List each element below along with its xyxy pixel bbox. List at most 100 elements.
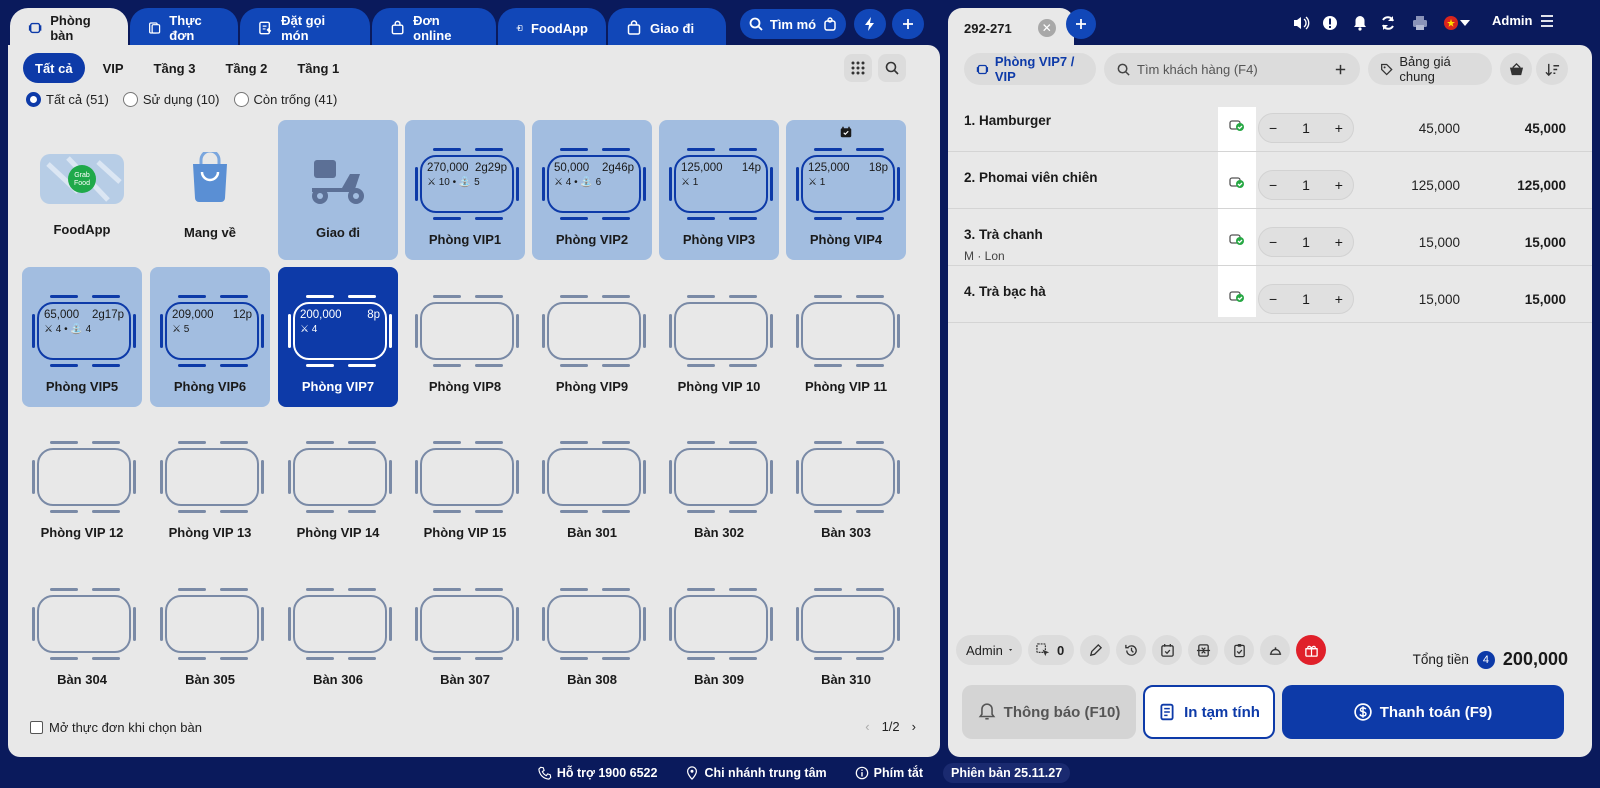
speaker-icon[interactable] — [1292, 15, 1310, 31]
branch-selector[interactable]: Chi nhánh trung tâm — [677, 766, 834, 780]
user-name[interactable]: Admin — [1492, 13, 1532, 28]
table-cell[interactable]: Phòng VIP9 — [532, 267, 652, 407]
reservation-button[interactable] — [1152, 635, 1182, 665]
vietnam-flag-icon[interactable] — [1444, 16, 1458, 30]
quantity-stepper[interactable]: − 1 + — [1258, 113, 1354, 143]
table-cell[interactable]: Bàn 308 — [532, 560, 652, 700]
order-item-row[interactable]: 1. Hamburger − 1 +45,000 45,000 — [948, 95, 1592, 152]
next-page-button[interactable]: › — [912, 719, 916, 734]
minus-icon[interactable]: − — [1269, 177, 1277, 193]
item-quantity[interactable]: 1 — [1302, 120, 1310, 136]
table-cell[interactable]: Phòng VIP 10 — [659, 267, 779, 407]
table-cell[interactable]: 65,000 2g17p ⚔ 4 • ⛲ 4 Phòng VIP5 — [22, 267, 142, 407]
order-tab[interactable]: 292-271 ✕ — [948, 8, 1074, 48]
floor-tab-1[interactable]: Tầng 1 — [285, 53, 351, 83]
clipboard-button[interactable] — [1224, 635, 1254, 665]
table-cell[interactable]: 125,000 18p ⚔ 1 Phòng VIP4 — [786, 120, 906, 260]
status-all-radio[interactable]: Tất cả (51) — [26, 92, 109, 107]
minus-icon[interactable]: − — [1269, 120, 1277, 136]
customer-search-field[interactable]: Tìm khách hàng (F4) — [1104, 53, 1360, 85]
table-cell[interactable]: 200,000 8p ⚔ 4 Phòng VIP7 — [278, 267, 398, 407]
serve-button[interactable] — [1260, 635, 1290, 665]
printer-icon[interactable] — [1412, 15, 1428, 31]
floor-tab-vip[interactable]: VIP — [91, 53, 136, 83]
plus-icon[interactable]: + — [1335, 234, 1343, 250]
table-cell[interactable]: Phòng VIP 11 — [786, 267, 906, 407]
item-quantity[interactable]: 1 — [1302, 291, 1310, 307]
minus-icon[interactable]: − — [1269, 234, 1277, 250]
item-quantity[interactable]: 1 — [1302, 234, 1310, 250]
table-cell[interactable]: Bàn 303 — [786, 413, 906, 553]
table-cell[interactable]: Bàn 305 — [150, 560, 270, 700]
add-order-button[interactable] — [1066, 9, 1096, 39]
table-cell[interactable]: Phòng VIP 13 — [150, 413, 270, 553]
table-cell[interactable]: Bàn 302 — [659, 413, 779, 553]
print-provisional-button[interactable]: In tạm tính — [1143, 685, 1275, 739]
plus-icon[interactable] — [1333, 62, 1348, 77]
search-menu-button[interactable]: Tìm mó — [740, 9, 846, 39]
table-cell[interactable]: Bàn 309 — [659, 560, 779, 700]
notify-button[interactable]: Thông báo (F10) — [962, 685, 1136, 739]
add-tab-button[interactable] — [892, 9, 924, 39]
table-cell[interactable]: Phòng VIP 15 — [405, 413, 525, 553]
close-icon[interactable]: ✕ — [1037, 19, 1056, 37]
room-selector[interactable]: Phòng VIP7 / VIP — [964, 53, 1096, 85]
alert-icon[interactable] — [1322, 15, 1338, 31]
payment-button[interactable]: Thanh toán (F9) — [1282, 685, 1564, 739]
table-cell[interactable]: Bàn 301 — [532, 413, 652, 553]
tab-phong-ban[interactable]: Phòng bàn — [10, 8, 128, 48]
hamburger-menu-icon[interactable] — [1540, 14, 1554, 28]
grid-view-button[interactable] — [844, 54, 872, 82]
floor-tab-all[interactable]: Tất cả — [23, 53, 85, 83]
foodapp-cell[interactable]: Grab Food FoodApp — [22, 120, 142, 260]
plus-icon[interactable]: + — [1335, 291, 1343, 307]
status-free-radio[interactable]: Còn trống (41) — [233, 92, 337, 107]
plus-icon[interactable]: + — [1335, 177, 1343, 193]
table-cell[interactable]: 209,000 12p ⚔ 5 Phòng VIP6 — [150, 267, 270, 407]
status-used-radio[interactable]: Sử dụng (10) — [122, 92, 220, 107]
search-table-button[interactable] — [878, 54, 906, 82]
quantity-stepper[interactable]: − 1 + — [1258, 284, 1354, 314]
order-item-row[interactable]: 3. Trà chanh M · Lon − 1 +15,000 15,000 — [948, 209, 1592, 266]
quantity-stepper[interactable]: − 1 + — [1258, 227, 1354, 257]
edit-button[interactable] — [1080, 635, 1110, 665]
plus-icon[interactable]: + — [1335, 120, 1343, 136]
table-cell[interactable]: 270,000 2g29p ⚔ 10 • ⛲ 5 Phòng VIP1 — [405, 120, 525, 260]
table-cell[interactable]: 50,000 2g46p ⚔ 4 • ⛲ 6 Phòng VIP2 — [532, 120, 652, 260]
floor-tab-3[interactable]: Tầng 3 — [142, 53, 208, 83]
tab-foodapp[interactable]: FoodApp — [498, 8, 606, 48]
table-cell[interactable]: Bàn 304 — [22, 560, 142, 700]
refresh-icon[interactable] — [1380, 15, 1396, 31]
table-cell[interactable]: Bàn 310 — [786, 560, 906, 700]
sort-button[interactable] — [1536, 53, 1568, 85]
support-link[interactable]: Hỗ trợ 1900 6522 — [530, 766, 666, 780]
history-button[interactable] — [1116, 635, 1146, 665]
tab-dat-goi-mon[interactable]: Đặt gọi món — [240, 8, 370, 48]
table-cell[interactable]: Bàn 306 — [278, 560, 398, 700]
table-cell[interactable]: Phòng VIP 14 — [278, 413, 398, 553]
tab-giao-di[interactable]: Giao đi — [608, 8, 726, 48]
minus-icon[interactable]: − — [1269, 291, 1277, 307]
order-item-row[interactable]: 2. Phomai viên chiên − 1 +125,000 125,000 — [948, 152, 1592, 209]
split-order-button[interactable] — [1188, 635, 1218, 665]
quantity-stepper[interactable]: − 1 + — [1258, 170, 1354, 200]
takeaway-cell[interactable]: Mang về — [150, 120, 270, 260]
staff-selector[interactable]: Admin — [956, 635, 1022, 665]
price-list-selector[interactable]: Bảng giá chung — [1368, 53, 1492, 85]
table-cell[interactable]: Phòng VIP8 — [405, 267, 525, 407]
tab-thuc-don[interactable]: Thực đơn — [130, 8, 238, 48]
order-item-row[interactable]: 4. Trà bạc hà − 1 +15,000 15,000 — [948, 266, 1592, 323]
item-quantity[interactable]: 1 — [1302, 177, 1310, 193]
table-cell[interactable]: 125,000 14p ⚔ 1 Phòng VIP3 — [659, 120, 779, 260]
caret-down-icon[interactable] — [1460, 19, 1470, 27]
guest-count-button[interactable]: 0 — [1028, 635, 1074, 665]
tab-don-online[interactable]: Đơn online — [372, 8, 496, 48]
delivery-cell[interactable]: Giao đi — [278, 120, 398, 260]
shortcuts-link[interactable]: Phím tắt — [847, 766, 931, 780]
prev-page-button[interactable]: ‹ — [865, 719, 869, 734]
bell-icon[interactable] — [1352, 15, 1368, 31]
table-cell[interactable]: Bàn 307 — [405, 560, 525, 700]
quick-sale-button[interactable] — [854, 9, 886, 39]
open-menu-checkbox[interactable]: Mở thực đơn khi chọn bàn — [30, 720, 202, 735]
gift-button[interactable] — [1296, 635, 1326, 665]
